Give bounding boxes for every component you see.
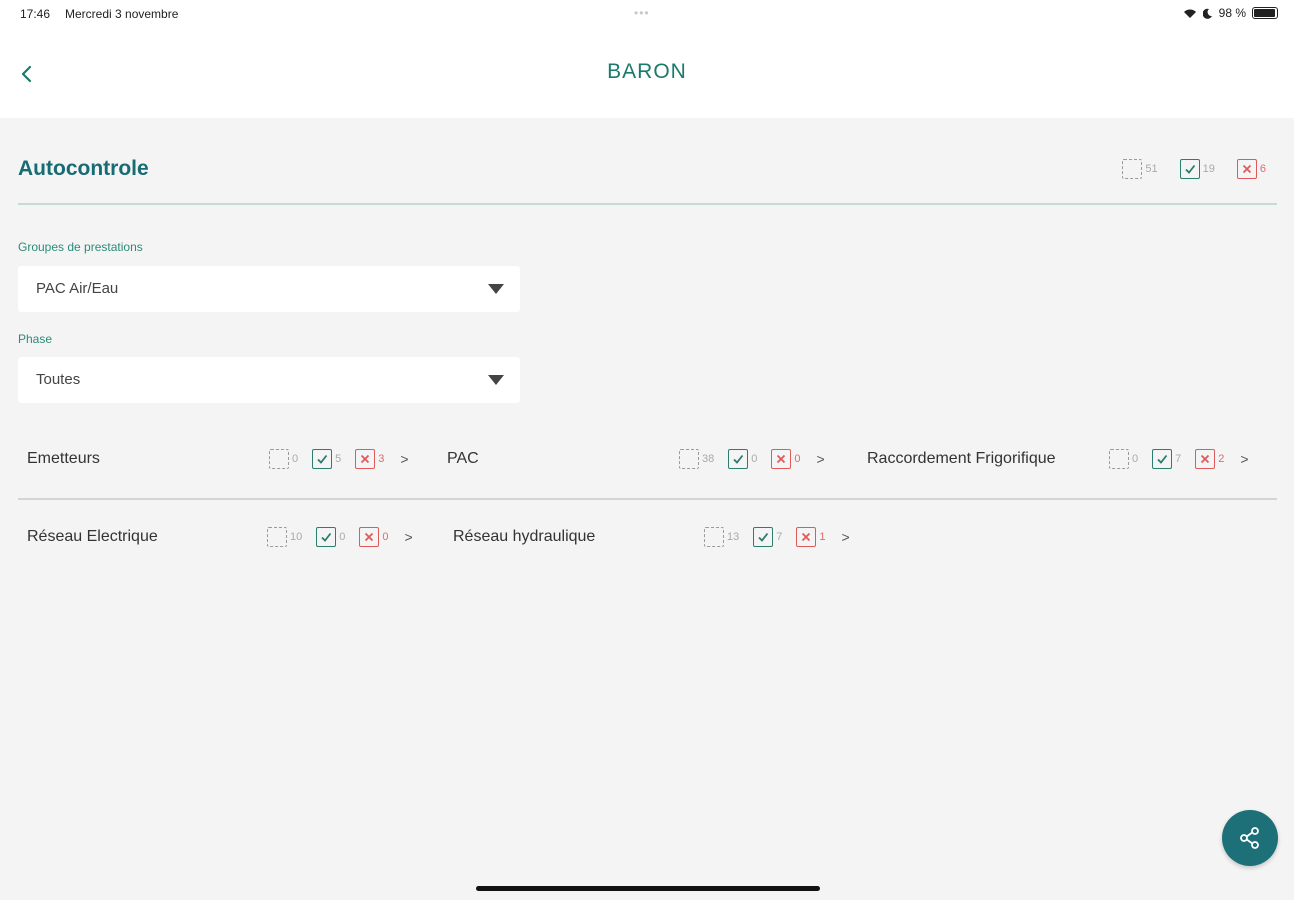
ko-count: 0 — [382, 531, 389, 543]
cross-icon — [1236, 159, 1257, 179]
category-label: Réseau Electrique — [27, 528, 158, 545]
ok-count: 0 — [751, 453, 758, 465]
check-icon — [728, 449, 749, 469]
page-title: BARON — [607, 60, 687, 83]
category-label: Réseau hydraulique — [453, 528, 596, 545]
ko-count: 2 — [1218, 453, 1225, 465]
section-title: Autocontrole — [18, 157, 149, 180]
summary-ko-count: 6 — [1259, 163, 1266, 175]
cross-icon — [355, 449, 376, 469]
category-counts[interactable]: 10 0 0 > — [267, 527, 413, 547]
pending-icon — [1109, 449, 1129, 469]
group-select-value: PAC Air/Eau — [36, 280, 119, 297]
cross-icon — [1195, 449, 1216, 469]
wifi-icon — [1183, 9, 1196, 18]
chevron-right-icon: > — [816, 451, 825, 467]
check-icon — [316, 527, 337, 547]
phase-label: Phase — [18, 332, 53, 346]
battery-percent: 98 % — [1218, 6, 1246, 20]
ok-count: 7 — [1175, 453, 1182, 465]
summary-ok-count: 19 — [1202, 163, 1215, 175]
moon-icon — [1202, 8, 1212, 19]
pending-count: 38 — [702, 453, 715, 465]
pending-icon — [269, 449, 289, 469]
category-reseau-hydraulique[interactable]: Réseau hydraulique — [453, 528, 595, 546]
check-icon — [753, 527, 774, 547]
pending-icon — [1122, 159, 1143, 179]
category-counts[interactable]: 38 0 0 > — [679, 449, 825, 469]
category-label: Emetteurs — [27, 450, 100, 467]
check-icon — [312, 449, 333, 469]
home-indicator[interactable] — [476, 886, 820, 891]
section-divider — [18, 203, 1277, 205]
pending-icon — [267, 527, 287, 547]
group-label: Groupes de prestations — [18, 240, 143, 254]
row-divider — [18, 498, 1277, 500]
cross-icon — [796, 527, 817, 547]
status-date: Mercredi 3 novembre — [65, 7, 179, 21]
check-icon — [1179, 159, 1200, 179]
pending-count: 0 — [292, 453, 299, 465]
category-label: Raccordement Frigorifique — [867, 450, 1056, 467]
chevron-right-icon: > — [404, 529, 413, 545]
ko-count: 0 — [794, 453, 801, 465]
top-bar: 17:46 Mercredi 3 novembre ••• 98 % BARON — [0, 0, 1294, 118]
ok-count: 5 — [335, 453, 342, 465]
category-label: PAC — [447, 450, 479, 467]
pending-icon — [704, 527, 724, 547]
pending-icon — [679, 449, 699, 469]
category-reseau-electrique[interactable]: Réseau Electrique — [27, 528, 158, 546]
pending-count: 0 — [1132, 453, 1139, 465]
category-pac[interactable]: PAC — [447, 450, 479, 468]
chevron-right-icon: > — [400, 451, 409, 467]
ok-count: 0 — [339, 531, 346, 543]
summary-counts: 51 19 6 — [1122, 159, 1266, 179]
summary-pending-count: 51 — [1145, 163, 1158, 175]
check-icon — [1152, 449, 1173, 469]
phase-select-value: Toutes — [36, 371, 81, 388]
category-counts[interactable]: 0 5 3 > — [269, 449, 409, 469]
cross-icon — [359, 527, 380, 547]
battery-icon — [1252, 7, 1278, 19]
ko-count: 3 — [378, 453, 385, 465]
category-counts[interactable]: 0 7 2 > — [1109, 449, 1249, 469]
category-counts[interactable]: 13 7 1 > — [704, 527, 850, 547]
dropdown-arrow-icon — [488, 284, 504, 294]
pending-count: 13 — [727, 531, 740, 543]
phase-select[interactable]: Toutes — [18, 357, 520, 403]
status-time: 17:46 — [20, 7, 51, 21]
summary-ok: 19 — [1179, 159, 1215, 179]
multitask-dots[interactable]: ••• — [634, 6, 650, 20]
ok-count: 7 — [776, 531, 783, 543]
share-icon — [1240, 827, 1259, 849]
dropdown-arrow-icon — [488, 375, 504, 385]
status-icons: 98 % — [1183, 6, 1278, 20]
category-emetteurs[interactable]: Emetteurs — [27, 450, 100, 468]
chevron-right-icon: > — [1240, 451, 1249, 467]
pending-count: 10 — [290, 531, 303, 543]
category-raccordement-frigorifique[interactable]: Raccordement Frigorifique — [867, 450, 1056, 468]
summary-pending: 51 — [1122, 159, 1158, 179]
group-select[interactable]: PAC Air/Eau — [18, 266, 520, 312]
cross-icon — [771, 449, 792, 469]
ko-count: 1 — [819, 531, 826, 543]
share-button[interactable] — [1222, 810, 1278, 866]
summary-ko: 6 — [1236, 159, 1266, 179]
chevron-right-icon: > — [841, 529, 850, 545]
